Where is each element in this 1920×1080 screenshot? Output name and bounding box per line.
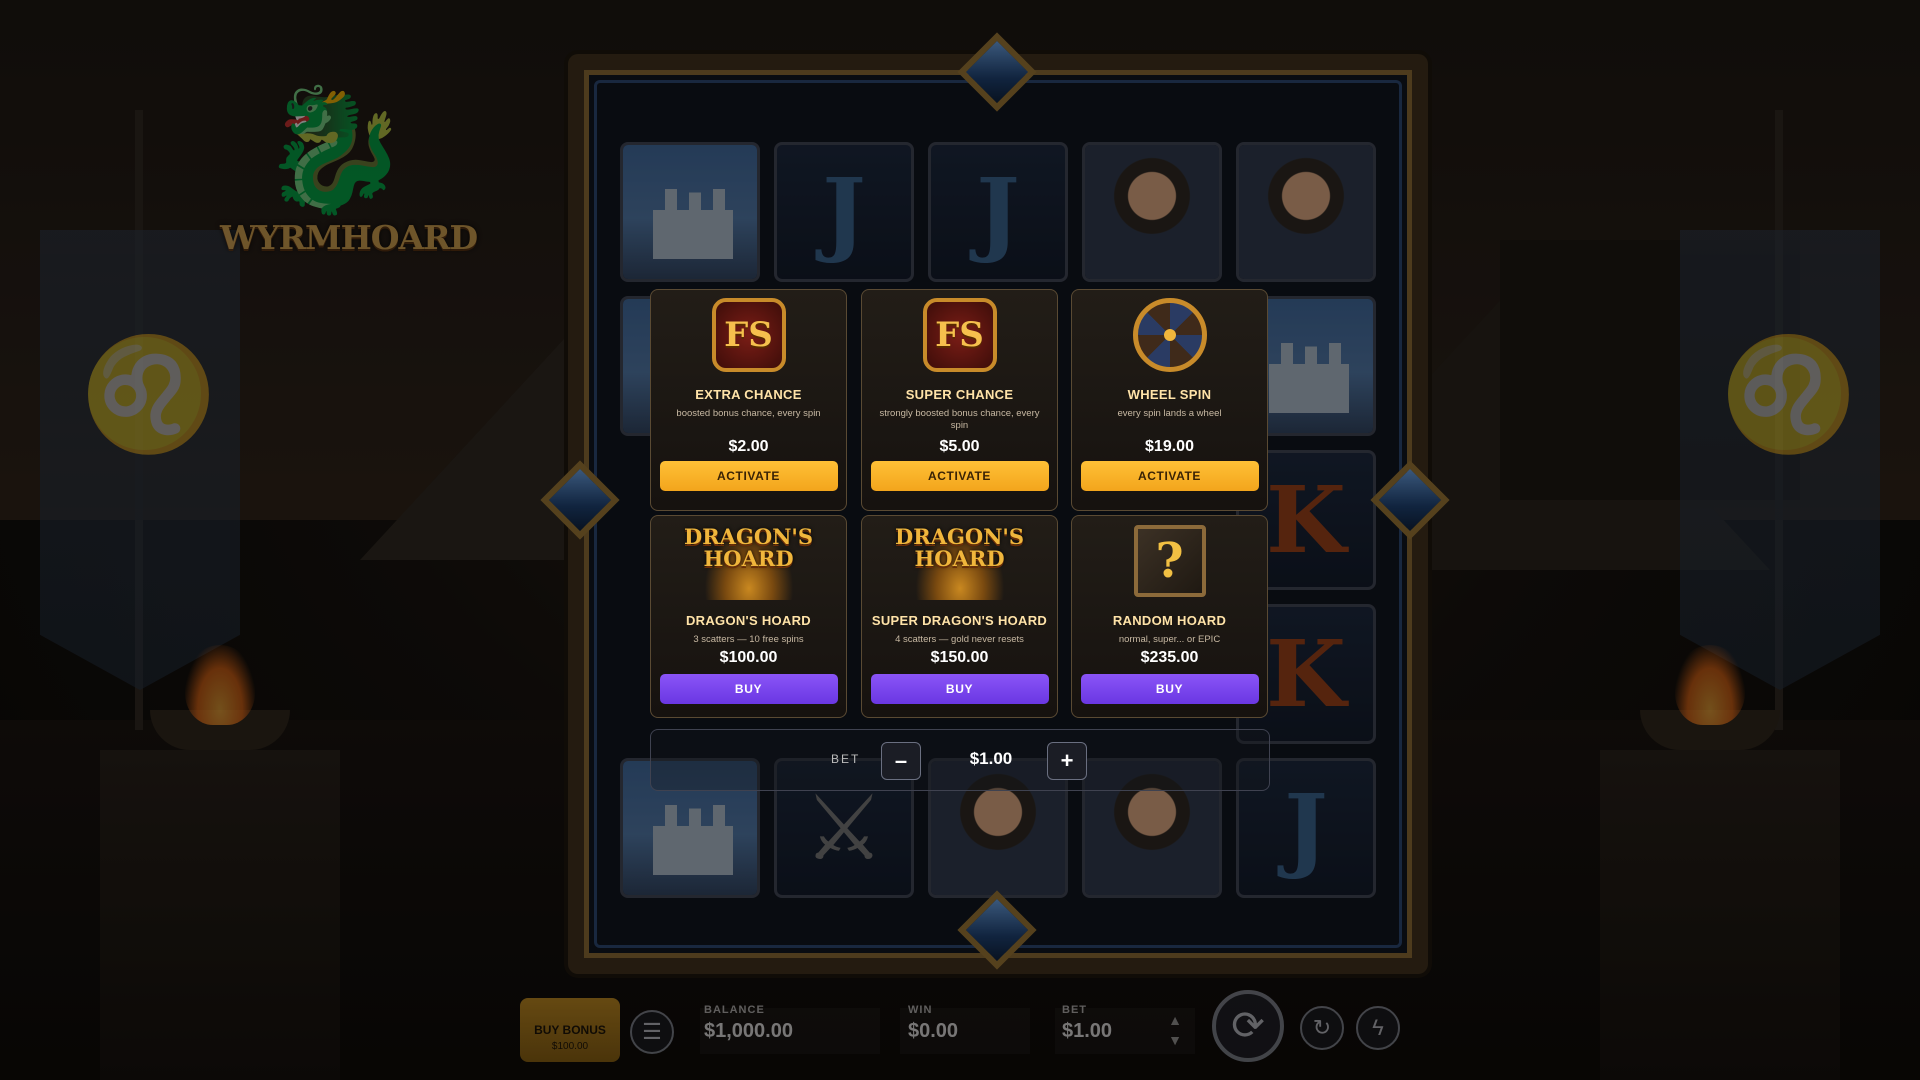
bet-increase-button[interactable]: + — [1047, 742, 1087, 780]
wheel-icon — [1130, 295, 1210, 375]
card-price: $2.00 — [728, 438, 769, 455]
card-description: every spin lands a wheel — [1117, 408, 1222, 419]
bet-selector: BET – $1.00 + — [650, 729, 1270, 791]
activate-wheel-spin-button[interactable]: ACTIVATE — [1080, 461, 1259, 491]
autoplay-button[interactable]: ↻ — [1300, 1006, 1344, 1050]
balance-display: BALANCE $1,000.00 — [704, 1004, 793, 1042]
bet-label: BET — [831, 752, 861, 766]
bottom-hud: BUY BONUS $100.00 ☰ BALANCE $1,000.00 WI… — [0, 990, 1920, 1070]
win-display: WIN $0.00 — [908, 1004, 959, 1042]
card-title: SUPER DRAGON'S HOARD — [871, 613, 1048, 628]
menu-icon[interactable]: ☰ — [630, 1010, 674, 1054]
card-title: DRAGON'S HOARD — [685, 613, 811, 628]
card-price: $150.00 — [930, 649, 989, 666]
card-price: $235.00 — [1140, 649, 1199, 666]
activate-extra-chance-button[interactable]: ACTIVATE — [659, 461, 838, 491]
bet-arrows[interactable]: ▲ ▼ — [1165, 1010, 1185, 1050]
bet-display: BET $1.00 — [1062, 1004, 1113, 1042]
card-description: boosted bonus chance, every spin — [676, 408, 821, 419]
card-description: 4 scatters — gold never resets — [895, 634, 1024, 645]
card-description: normal, super... or EPIC — [1118, 634, 1221, 645]
turbo-button[interactable]: ϟ — [1356, 1006, 1400, 1050]
bonus-card-random-hoard: ? RANDOM HOARD normal, super... or EPIC … — [1071, 515, 1268, 718]
lightning-icon: ϟ — [1372, 1015, 1384, 1040]
buy-super-dragons-hoard-button[interactable]: BUY — [870, 674, 1049, 704]
card-description: strongly boosted bonus chance, every spi… — [879, 408, 1040, 431]
dragons-hoard-icon: DRAGON'S HOARD — [684, 521, 813, 601]
card-price: $5.00 — [939, 438, 980, 455]
chevron-down-icon: ▼ — [1168, 1032, 1182, 1048]
spin-button[interactable]: ⟳ — [1212, 990, 1284, 1062]
activate-super-chance-button[interactable]: ACTIVATE — [870, 461, 1049, 491]
fs-scatter-icon: FS — [920, 295, 1000, 375]
buy-random-hoard-button[interactable]: BUY — [1080, 674, 1259, 704]
bet-decrease-button[interactable]: – — [881, 742, 921, 780]
bet-value: $1.00 — [969, 749, 1013, 768]
boost-card-wheel-spin: WHEEL SPIN every spin lands a wheel $19.… — [1071, 289, 1268, 511]
mystery-box-icon: ? — [1130, 521, 1210, 601]
card-price: $100.00 — [719, 649, 778, 666]
card-title: SUPER CHANCE — [905, 387, 1014, 402]
card-title: EXTRA CHANCE — [695, 387, 802, 402]
buy-dragons-hoard-button[interactable]: BUY — [659, 674, 838, 704]
buy-bonus-button[interactable]: BUY BONUS $100.00 — [520, 998, 620, 1062]
spin-icon: ⟳ — [1231, 1004, 1265, 1048]
card-title: WHEEL SPIN — [1127, 387, 1212, 402]
fs-scatter-icon: FS — [709, 295, 789, 375]
bonus-card-dragons-hoard: DRAGON'S HOARD DRAGON'S HOARD 3 scatters … — [650, 515, 847, 718]
boost-card-extra-chance: FS EXTRA CHANCE boosted bonus chance, ev… — [650, 289, 847, 511]
card-description: 3 scatters — 10 free spins — [693, 634, 804, 645]
autoplay-icon: ↻ — [1312, 1015, 1332, 1040]
card-title: RANDOM HOARD — [1112, 613, 1227, 628]
dragons-hoard-icon: DRAGON'S HOARD — [895, 521, 1024, 601]
chevron-up-icon: ▲ — [1168, 1012, 1182, 1028]
bonus-card-super-dragons-hoard: DRAGON'S HOARD SUPER DRAGON'S HOARD 4 sca… — [861, 515, 1058, 718]
boost-card-super-chance: FS SUPER CHANCE strongly boosted bonus c… — [861, 289, 1058, 511]
card-price: $19.00 — [1145, 438, 1194, 455]
